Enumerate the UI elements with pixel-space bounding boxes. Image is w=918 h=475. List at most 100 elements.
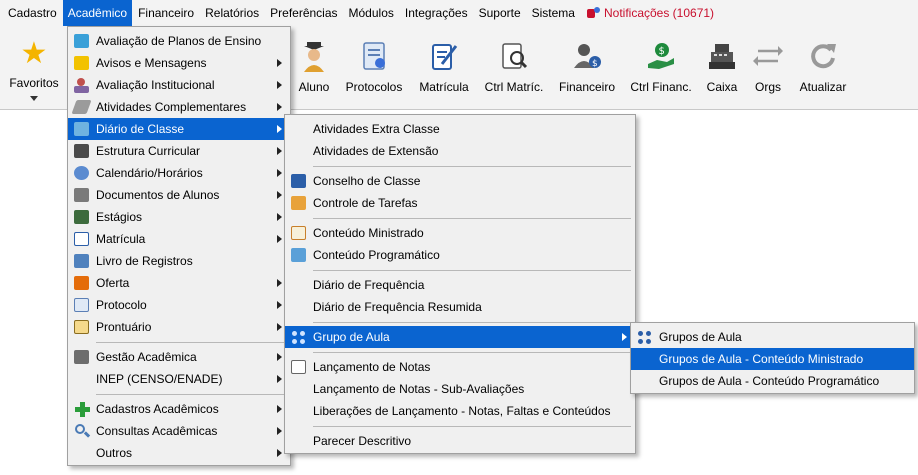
menu-item-icon-blank [289, 299, 309, 315]
toolbar-ctrl-matric-label: Ctrl Matríc. [484, 80, 544, 94]
menu-item-atividades-extra-classe[interactable]: Atividades Extra Classe [285, 118, 635, 140]
menu-item-avaliacao-institucional[interactable]: Avaliação Institucional [68, 74, 290, 96]
student-icon [298, 40, 330, 72]
menu-item-label: Grupos de Aula [659, 330, 742, 344]
menu-item-label: Conteúdo Programático [313, 248, 440, 262]
menu-item-grupos-aula[interactable]: Grupos de Aula [631, 326, 914, 348]
menu-item-calendario[interactable]: Calendário/Horários [68, 162, 290, 184]
menu-integracoes[interactable]: Integrações [400, 0, 473, 26]
menu-item-label: Controle de Tarefas [313, 196, 418, 210]
notifications-label: Notificações (10671) [603, 6, 715, 20]
menu-item-icon-blank [72, 371, 92, 387]
menu-item-estagios[interactable]: Estágios [68, 206, 290, 228]
menu-item-diario-frequencia[interactable]: Diário de Frequência [285, 274, 635, 296]
menu-item-matricula[interactable]: Matrícula [68, 228, 290, 250]
notifications-link[interactable]: Notificações (10671) [586, 6, 715, 20]
menu-item-gestao-academica[interactable]: Gestão Acadêmica [68, 346, 290, 368]
menu-item-outros[interactable]: Outros [68, 442, 290, 464]
favorites-button[interactable]: ★ Favoritos [0, 26, 68, 110]
toolbar-orgs-label: Orgs [754, 80, 781, 94]
menu-item-conteudo-ministrado[interactable]: Conteúdo Ministrado [285, 222, 635, 244]
toolbar-atualizar-button[interactable]: Atualizar [796, 26, 850, 110]
menu-item-label: Oferta [96, 276, 130, 290]
chevron-right-icon [277, 353, 282, 361]
menu-separator [285, 162, 635, 170]
network-icon [635, 329, 655, 345]
menu-item-diario-frequencia-resumida[interactable]: Diário de Frequência Resumida [285, 296, 635, 318]
menu-item-estrutura-curricular[interactable]: Estrutura Curricular [68, 140, 290, 162]
menu-modulos[interactable]: Módulos [344, 0, 399, 26]
document-icon [358, 40, 390, 72]
toolbar-orgs-button[interactable]: Orgs [751, 26, 785, 110]
menu-item-label: Diário de Frequência [313, 278, 425, 292]
toolbar-financeiro-button[interactable]: $ Financeiro [558, 26, 616, 110]
menu-item-conselho-classe[interactable]: Conselho de Classe [285, 170, 635, 192]
notes-icon [289, 359, 309, 375]
toolbar-ctrl-financ-button[interactable]: $ Ctrl Financ. [628, 26, 694, 110]
menu-item-livro-registros[interactable]: Livro de Registros [68, 250, 290, 272]
menu-item-atividades-extensao[interactable]: Atividades de Extensão [285, 140, 635, 162]
toolbar-caixa-button[interactable]: Caixa [703, 26, 741, 110]
menu-item-avisos[interactable]: Avisos e Mensagens [68, 52, 290, 74]
hierarchy-icon [72, 143, 92, 159]
menu-item-conteudo-programatico[interactable]: Conteúdo Programático [285, 244, 635, 266]
calendar-clock-icon [72, 165, 92, 181]
menu-item-liberacoes-lancamento[interactable]: Liberações de Lançamento - Notas, Faltas… [285, 400, 635, 422]
menu-item-lancamento-notas-sub[interactable]: Lançamento de Notas - Sub-Avaliações [285, 378, 635, 400]
chevron-right-icon [277, 169, 282, 177]
menu-item-label: Atividades Complementares [96, 100, 247, 114]
menu-item-parecer-descritivo[interactable]: Parecer Descritivo [285, 430, 635, 452]
menu-item-prontuario[interactable]: Prontuário [68, 316, 290, 338]
notification-icon [586, 7, 600, 19]
menu-item-label: INEP (CENSO/ENADE) [96, 372, 223, 386]
menu-item-grupos-aula-conteudo-ministrado[interactable]: Grupos de Aula - Conteúdo Ministrado [631, 348, 914, 370]
menu-item-protocolo[interactable]: Protocolo [68, 294, 290, 316]
menu-item-cadastros-academicos[interactable]: Cadastros Acadêmicos [68, 398, 290, 420]
menu-financeiro[interactable]: Financeiro [133, 0, 199, 26]
menu-item-label: Parecer Descritivo [313, 434, 412, 448]
menu-item-icon-blank [289, 403, 309, 419]
menu-suporte[interactable]: Suporte [474, 0, 526, 26]
menu-item-diario-classe[interactable]: Diário de Classe [68, 118, 290, 140]
chevron-right-icon [277, 147, 282, 155]
book-icon [72, 121, 92, 137]
menu-item-avaliacao-planos[interactable]: Avaliação de Planos de Ensino [68, 30, 290, 52]
menu-preferencias[interactable]: Preferências [265, 0, 342, 26]
menu-item-controle-tarefas[interactable]: Controle de Tarefas [285, 192, 635, 214]
menu-item-atividades-complementares[interactable]: Atividades Complementares [68, 96, 290, 118]
menu-item-grupo-aula[interactable]: Grupo de Aula [285, 326, 635, 348]
menu-item-label: Calendário/Horários [96, 166, 203, 180]
menu-item-inep[interactable]: INEP (CENSO/ENADE) [68, 368, 290, 390]
menu-academico[interactable]: Acadêmico [62, 0, 133, 26]
toolbar-atualizar-label: Atualizar [799, 80, 847, 94]
toolbar-aluno-label: Aluno [298, 80, 330, 94]
menu-relatorios[interactable]: Relatórios [200, 0, 264, 26]
menu-item-consultas-academicas[interactable]: Consultas Acadêmicas [68, 420, 290, 442]
toolbar-caixa-label: Caixa [706, 80, 738, 94]
toolbar-ctrl-matric-button[interactable]: Ctrl Matríc. [482, 26, 546, 110]
menu-sistema[interactable]: Sistema [527, 0, 580, 26]
toolbar-matricula-button[interactable]: Matrícula [416, 26, 472, 110]
tasks-icon [289, 195, 309, 211]
menu-item-lancamento-notas[interactable]: Lançamento de Notas [285, 356, 635, 378]
toolbar-protocolos-button[interactable]: Protocolos [343, 26, 405, 110]
chevron-right-icon [277, 375, 282, 383]
menu-cadastro[interactable]: Cadastro [3, 0, 62, 26]
menu-item-grupos-aula-conteudo-programatico[interactable]: Grupos de Aula - Conteúdo Programático [631, 370, 914, 392]
toolbar-aluno-button[interactable]: Aluno [293, 26, 335, 110]
menu-diario-classe-submenu: Atividades Extra Classe Atividades de Ex… [284, 114, 636, 454]
chevron-right-icon [277, 191, 282, 199]
warning-icon [72, 55, 92, 71]
team-icon [72, 209, 92, 225]
menu-item-label: Protocolo [96, 298, 147, 312]
menu-item-label: Avaliação de Planos de Ensino [96, 34, 262, 48]
menu-item-documentos-alunos[interactable]: Documentos de Alunos [68, 184, 290, 206]
menu-item-label: Atividades de Extensão [313, 144, 439, 158]
chevron-right-icon [622, 333, 627, 341]
menu-separator [285, 318, 635, 326]
menu-separator [285, 422, 635, 430]
favorites-label: Favoritos [9, 76, 59, 90]
toolbar-protocolos-label: Protocolos [345, 80, 403, 94]
menu-item-oferta[interactable]: Oferta [68, 272, 290, 294]
plus-icon [72, 401, 92, 417]
